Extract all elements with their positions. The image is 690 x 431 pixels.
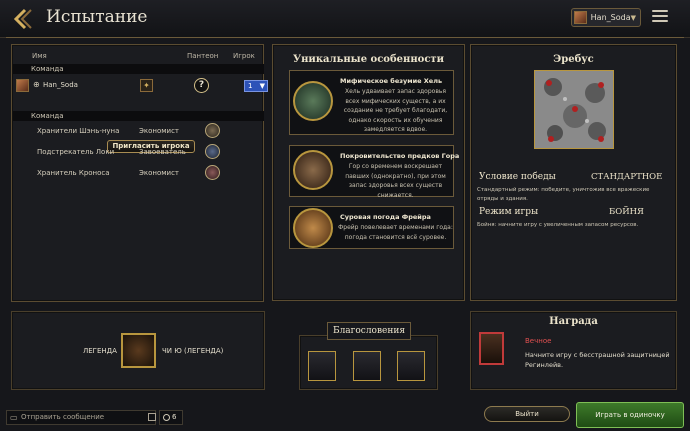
pantheon-select-button[interactable]: ✦ bbox=[140, 79, 153, 92]
back-button[interactable] bbox=[10, 6, 38, 32]
chat-placeholder: Отправить сообщение bbox=[21, 413, 105, 421]
user-name: Han_Soda bbox=[590, 13, 631, 22]
reward-portrait-icon[interactable] bbox=[479, 332, 504, 365]
map-name: Эребус bbox=[553, 54, 594, 65]
chevron-down-icon: ▼ bbox=[630, 13, 636, 22]
col-header-player: Игрок bbox=[233, 52, 255, 60]
page-title: Испытание bbox=[46, 7, 148, 27]
blessing-slot[interactable] bbox=[308, 351, 336, 381]
god-portrait-icon[interactable] bbox=[205, 165, 220, 180]
hel-portrait-icon bbox=[293, 81, 333, 121]
player-name: Han_Soda bbox=[43, 81, 78, 89]
blessings-title: Благословения bbox=[327, 322, 411, 340]
player-row-human: ⊕ Han_Soda ✦ ? 1 ▼ bbox=[13, 76, 268, 97]
map-preview[interactable] bbox=[534, 70, 614, 149]
ai-personality: Экономист bbox=[139, 127, 180, 135]
ai-name: Хранитель Кроноса bbox=[37, 169, 110, 177]
edit-icon[interactable] bbox=[148, 413, 156, 421]
ai-name: Хранители Шэнь-нуна bbox=[37, 127, 120, 135]
victory-condition-label: Условие победы bbox=[479, 172, 556, 182]
team-header: Команда bbox=[13, 111, 264, 121]
players-panel: Имя Пантеон Игрок Команда ⊕ Han_Soda ✦ ?… bbox=[11, 44, 268, 302]
victory-condition-value[interactable]: СТАНДАРТНОЕ bbox=[591, 172, 662, 182]
team-select[interactable]: 1 ▼ bbox=[244, 80, 268, 92]
blessings-panel bbox=[299, 335, 438, 390]
ai-player-row: Хранители Шэнь-нуна Экономист bbox=[13, 121, 264, 141]
difficulty-label: ЛЕГЕНДА bbox=[83, 347, 117, 355]
game-mode-label: Режим игры bbox=[479, 207, 539, 217]
online-friends-button[interactable]: 6 bbox=[159, 410, 183, 425]
map-preview-image bbox=[535, 71, 613, 148]
unique-features-panel: Уникальные особенности Мифическое безуми… bbox=[272, 44, 465, 301]
globe-icon: ⊕ bbox=[33, 80, 40, 89]
ai-player-row: Подстрекатель Локи Завоеватель bbox=[13, 142, 264, 162]
god-portrait-icon[interactable] bbox=[205, 144, 220, 159]
random-god-help-button[interactable]: ? bbox=[194, 78, 209, 93]
horus-portrait-icon bbox=[293, 150, 333, 190]
blessing-slot[interactable] bbox=[353, 351, 381, 381]
play-solo-button[interactable]: Играть в одиночку bbox=[576, 402, 684, 428]
game-mode-value[interactable]: БОЙНЯ bbox=[609, 207, 644, 217]
col-header-name: Имя bbox=[32, 52, 47, 60]
reward-panel: Награда Вечное Начните игру с бесстрашно… bbox=[470, 311, 677, 390]
user-profile-dropdown[interactable]: Han_Soda ▼ bbox=[571, 8, 641, 27]
top-bar: Испытание Han_Soda ▼ bbox=[0, 0, 690, 38]
back-arrow-icon bbox=[13, 8, 32, 30]
feature-title: Мифическое безумие Хель bbox=[340, 77, 443, 85]
ai-name: Подстрекатель Локи bbox=[37, 148, 115, 156]
header-divider bbox=[6, 37, 684, 38]
feature-description: Фрейр повелевает временами года: погода … bbox=[338, 224, 453, 241]
freyr-portrait-icon bbox=[293, 208, 333, 248]
ai-player-row: Хранитель Кроноса Экономист bbox=[13, 163, 264, 183]
feature-title: Покровительство предков Гора bbox=[340, 152, 460, 160]
feature-card: Мифическое безумие Хель Хель удваивает з… bbox=[289, 70, 454, 135]
reward-title: Награда bbox=[549, 316, 598, 327]
feature-title: Суровая погода Фрейра bbox=[340, 213, 431, 221]
victory-condition-description: Стандартный режим: победите, уничтожив в… bbox=[477, 187, 650, 202]
chat-bubble-icon: ▭ bbox=[10, 413, 18, 422]
avatar bbox=[16, 79, 29, 92]
ai-personality: Экономист bbox=[139, 169, 180, 177]
chat-input[interactable]: ▭ Отправить сообщение bbox=[6, 410, 156, 425]
chevron-down-icon: ▼ bbox=[259, 82, 265, 90]
god-portrait-icon[interactable] bbox=[121, 333, 156, 368]
team-header: Команда bbox=[13, 64, 264, 74]
feature-card: Суровая погода Фрейра Фрейр повелевает в… bbox=[289, 206, 454, 249]
online-count: 6 bbox=[172, 413, 177, 421]
ai-personality: Завоеватель bbox=[139, 148, 186, 156]
god-name-label: ЧИ Ю (ЛЕГЕНДА) bbox=[162, 347, 224, 355]
god-portrait-icon[interactable] bbox=[205, 123, 220, 138]
hamburger-menu-icon[interactable] bbox=[652, 10, 668, 24]
avatar bbox=[574, 11, 587, 24]
reward-type: Вечное bbox=[525, 337, 552, 345]
feature-card: Покровительство предков Гора Гор со врем… bbox=[289, 145, 459, 199]
civilization-panel: ЛЕГЕНДА ЧИ Ю (ЛЕГЕНДА) bbox=[11, 311, 265, 390]
person-icon bbox=[163, 414, 170, 421]
team-number: 1 bbox=[248, 82, 253, 90]
map-panel: Эребус Условие победы СТАНДАРТНОЕ Станда… bbox=[470, 44, 677, 301]
col-header-pantheon: Пантеон bbox=[187, 52, 219, 60]
exit-button[interactable]: Выйти bbox=[484, 406, 570, 422]
feature-description: Хель удваивает запас здоровья всех мифич… bbox=[343, 88, 448, 133]
section-title: Уникальные особенности bbox=[292, 54, 445, 65]
reward-description: Начните игру с бесстрашной защитницей Ре… bbox=[525, 351, 670, 369]
feature-description: Гор со временем воскрешает павших (однок… bbox=[345, 163, 446, 199]
game-mode-description: Бойня: начните игру с увеличенным запасо… bbox=[477, 222, 639, 228]
blessing-slot[interactable] bbox=[397, 351, 425, 381]
